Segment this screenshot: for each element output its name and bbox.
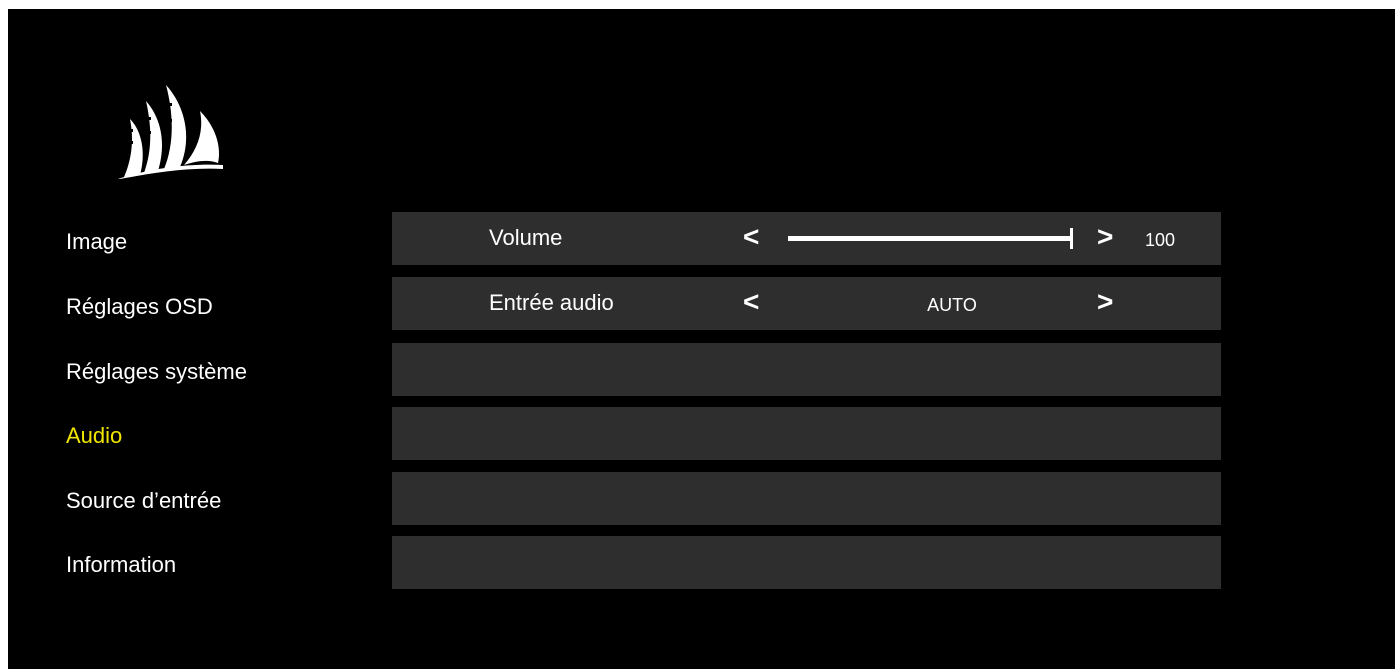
audio-input-row[interactable]: Entrée audio < AUTO > xyxy=(392,277,1221,330)
volume-slider-handle[interactable] xyxy=(1070,228,1073,249)
volume-row[interactable]: Volume < > 100 xyxy=(392,212,1221,265)
empty-row xyxy=(392,472,1221,525)
audio-input-next-arrow[interactable]: > xyxy=(1097,287,1113,317)
empty-row xyxy=(392,536,1221,589)
volume-increase-arrow[interactable]: > xyxy=(1097,222,1113,252)
audio-input-prev-arrow[interactable]: < xyxy=(743,287,759,317)
menu-item-system-settings[interactable]: Réglages système xyxy=(66,359,247,385)
volume-value: 100 xyxy=(1145,230,1176,250)
volume-slider-fill xyxy=(788,236,1073,241)
volume-decrease-arrow[interactable]: < xyxy=(743,222,759,252)
volume-slider[interactable] xyxy=(788,228,1073,249)
menu-item-input-source[interactable]: Source d’entrée xyxy=(66,488,221,514)
menu-item-audio[interactable]: Audio xyxy=(66,423,122,449)
audio-input-label: Entrée audio xyxy=(489,290,614,315)
osd-menu: Image Réglages OSD Réglages système Audi… xyxy=(8,9,1395,669)
volume-label: Volume xyxy=(489,225,563,250)
corsair-logo-icon xyxy=(118,79,223,179)
menu-item-osd-settings[interactable]: Réglages OSD xyxy=(66,294,213,320)
empty-row xyxy=(392,343,1221,396)
audio-input-value: AUTO xyxy=(927,295,977,315)
menu-item-information[interactable]: Information xyxy=(66,552,176,578)
menu-item-image[interactable]: Image xyxy=(66,229,127,255)
empty-row xyxy=(392,407,1221,460)
